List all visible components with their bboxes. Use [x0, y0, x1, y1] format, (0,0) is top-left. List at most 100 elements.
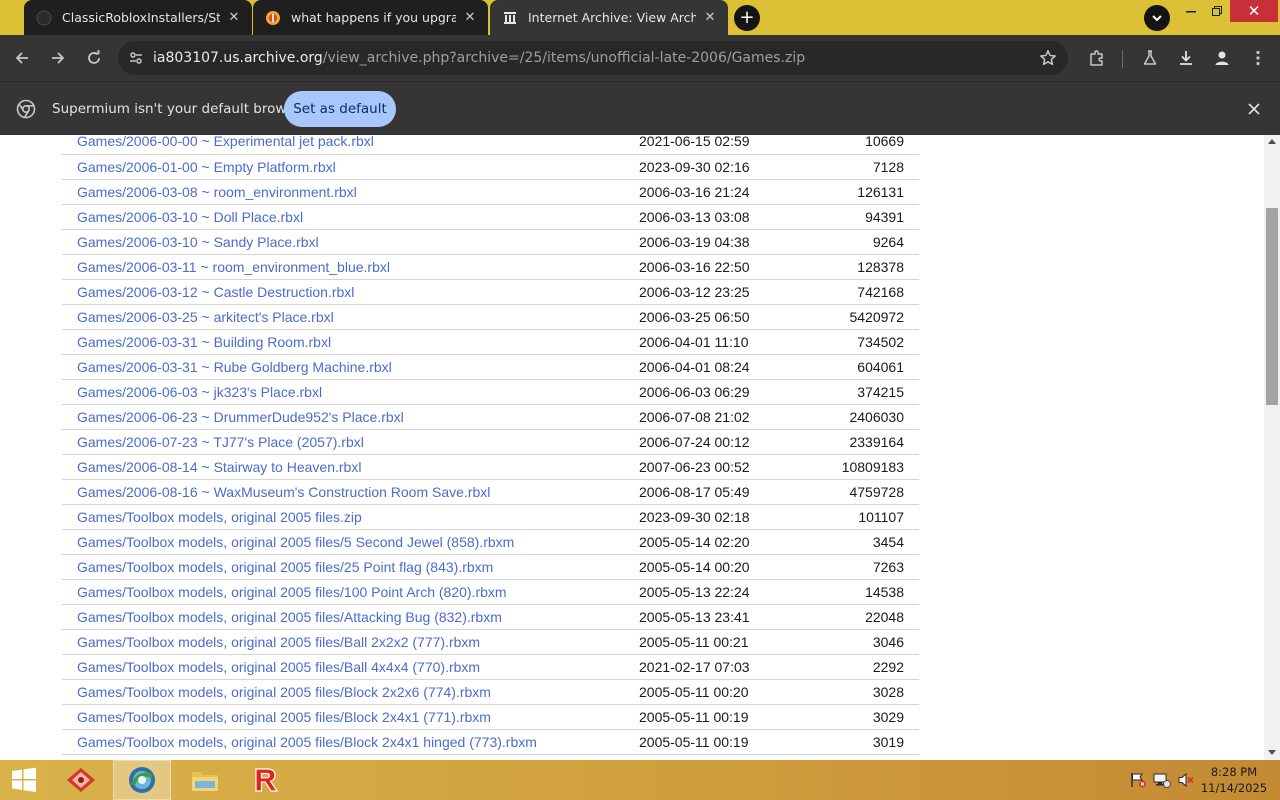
file-link[interactable]: Games/2006-01-00 ~ Empty Platform.rbxl: [62, 154, 639, 179]
close-tab-icon[interactable]: ✕: [226, 10, 242, 26]
infobar-message: Supermium isn't your default browser: [52, 101, 308, 117]
file-link[interactable]: Games/Toolbox models, original 2005 file…: [62, 579, 639, 604]
taskbar-app-file-explorer[interactable]: [176, 760, 234, 800]
vertical-scrollbar[interactable]: [1264, 135, 1280, 760]
table-row: Games/2006-03-11 ~ room_environment_blue…: [62, 254, 919, 279]
restore-button[interactable]: [1204, 0, 1230, 22]
table-row: Games/2006-03-10 ~ Sandy Place.rbxl 2006-…: [62, 229, 919, 254]
close-tab-icon[interactable]: ✕: [462, 10, 478, 26]
table-row: Games/2006-03-31 ~ Rube Goldberg Machine…: [62, 354, 919, 379]
file-link[interactable]: Games/Toolbox models, original 2005 file…: [62, 604, 639, 629]
file-link[interactable]: Games/Toolbox models, original 2005 file…: [62, 504, 639, 529]
profile-avatar-icon[interactable]: [1210, 46, 1234, 70]
file-size: 126131: [857, 183, 904, 200]
tab-classic-roblox-installers[interactable]: ClassicRobloxInstallers/Studio/2 ✕: [24, 0, 252, 35]
clock-date: 11/14/2025: [1200, 781, 1268, 795]
close-tab-icon[interactable]: ✕: [702, 10, 718, 26]
scrollbar-thumb[interactable]: [1266, 208, 1278, 405]
file-size: 10669: [865, 135, 904, 150]
network-icon[interactable]: [1152, 770, 1172, 790]
table-row: Games/Toolbox models, original 2005 file…: [62, 654, 919, 679]
file-size: 2292: [872, 658, 904, 675]
file-link[interactable]: Games/2006-06-23 ~ DrummerDude952's Plac…: [62, 404, 639, 429]
new-tab-button[interactable]: +: [734, 5, 760, 31]
table-row: Games/2006-03-12 ~ Castle Destruction.rb…: [62, 279, 919, 304]
file-date: 2006-04-01 11:10: [639, 333, 749, 350]
file-link[interactable]: Games/Toolbox models, original 2005 file…: [62, 704, 639, 729]
tab-search-button[interactable]: [1144, 5, 1170, 31]
menu-kebab-icon[interactable]: [1246, 46, 1270, 70]
address-bar[interactable]: ia803107.us.archive.org/view_archive.php…: [118, 41, 1068, 75]
table-row: Games/2006-06-23 ~ DrummerDude952's Plac…: [62, 404, 919, 429]
file-size: 3454: [872, 533, 904, 550]
system-clock[interactable]: 8:28 PM 11/14/2025: [1196, 764, 1272, 796]
file-link[interactable]: Games/2006-06-03 ~ jk323's Place.rbxl: [62, 379, 639, 404]
file-size: 10809183: [841, 458, 904, 475]
tab-title: Internet Archive: View Archive: [528, 10, 696, 25]
table-row: Games/Toolbox models, original 2005 file…: [62, 604, 919, 629]
file-date: 2023-09-30 02:16: [639, 158, 750, 175]
file-link[interactable]: Games/Toolbox models, original 2005 file…: [62, 529, 639, 554]
action-center-flag-icon[interactable]: [1128, 770, 1148, 790]
file-link[interactable]: Games/Toolbox models, original 2005 file…: [62, 729, 639, 754]
set-as-default-button[interactable]: Set as default: [284, 91, 396, 127]
file-link[interactable]: Games/Toolbox models, original 2005 file…: [62, 629, 639, 654]
taskbar-app-windows-explorer[interactable]: [52, 760, 110, 800]
table-row: Games/Toolbox models, original 2005 file…: [62, 504, 919, 529]
scroll-up-arrow-icon[interactable]: [1268, 139, 1276, 144]
default-browser-infobar: Supermium isn't your default browser Set…: [0, 81, 1280, 135]
supermium-browser-icon: [129, 767, 155, 793]
file-size: 3029: [872, 708, 904, 725]
table-row: Games/Toolbox models, original 2005 file…: [62, 704, 919, 729]
close-window-button[interactable]: ✕: [1230, 0, 1278, 22]
file-size: 3028: [872, 683, 904, 700]
back-button[interactable]: [6, 42, 38, 74]
file-link[interactable]: Games/2006-08-14 ~ Stairway to Heaven.rb…: [62, 454, 639, 479]
file-size: 604061: [857, 358, 904, 375]
file-link[interactable]: Games/Toolbox models, original 2005 file…: [62, 554, 639, 579]
start-button[interactable]: [0, 760, 48, 800]
file-date: 2006-08-17 05:49: [639, 483, 750, 500]
windows-logo-icon: [12, 767, 36, 792]
taskbar-app-roblox[interactable]: [238, 760, 296, 800]
file-link[interactable]: Games/2006-03-12 ~ Castle Destruction.rb…: [62, 279, 639, 304]
file-link[interactable]: Games/2006-03-31 ~ Building Room.rbxl: [62, 329, 639, 354]
file-size: 2406030: [849, 408, 904, 425]
file-link[interactable]: Games/2006-03-10 ~ Sandy Place.rbxl: [62, 229, 639, 254]
bookmark-star-icon[interactable]: [1038, 48, 1058, 68]
table-row: Games/Toolbox models, original 2005 file…: [62, 579, 919, 604]
tab-title: what happens if you upgrade u: [291, 10, 456, 25]
file-date: 2005-05-14 00:20: [639, 558, 750, 575]
file-link[interactable]: Games/2006-07-23 ~ TJ77's Place (2057).r…: [62, 429, 639, 454]
tab-upgrade-question[interactable]: what happens if you upgrade u ✕: [253, 0, 488, 35]
volume-muted-icon[interactable]: [1176, 770, 1196, 790]
file-date: 2006-03-16 22:50: [639, 258, 750, 275]
table-row: Games/Toolbox models, original 2005 file…: [62, 679, 919, 704]
file-link[interactable]: Games/Toolbox models, original 2005 file…: [62, 679, 639, 704]
file-link[interactable]: Games/2006-03-31 ~ Rube Goldberg Machine…: [62, 354, 639, 379]
file-link[interactable]: Games/2006-00-00 ~ Experimental jet pack…: [62, 135, 639, 154]
minimize-button[interactable]: [1178, 0, 1204, 22]
infobar-close-icon[interactable]: [1244, 99, 1264, 119]
file-link[interactable]: Games/Toolbox models, original 2005 file…: [62, 654, 639, 679]
labs-flask-icon[interactable]: [1138, 46, 1162, 70]
file-link[interactable]: Games/2006-03-08 ~ room_environment.rbxl: [62, 179, 639, 204]
toolbar-separator: [1122, 50, 1123, 68]
plus-icon: +: [739, 7, 755, 28]
url-text[interactable]: ia803107.us.archive.org/view_archive.php…: [153, 41, 805, 75]
chevron-down-icon: [1152, 15, 1162, 22]
tab-internet-archive[interactable]: Internet Archive: View Archive ✕: [490, 0, 728, 35]
extensions-icon[interactable]: [1085, 46, 1109, 70]
downloads-icon[interactable]: [1174, 46, 1198, 70]
file-link[interactable]: Games/2006-03-25 ~ arkitect's Place.rbxl: [62, 304, 639, 329]
file-link[interactable]: Games/2006-08-16 ~ WaxMuseum's Construct…: [62, 479, 639, 504]
reload-button[interactable]: [78, 42, 110, 74]
table-row: Games/2006-03-31 ~ Building Room.rbxl 200…: [62, 329, 919, 354]
site-info-icon[interactable]: [125, 47, 147, 69]
file-link[interactable]: Games/2006-03-11 ~ room_environment_blue…: [62, 254, 639, 279]
browser-toolbar: ia803107.us.archive.org/view_archive.php…: [0, 35, 1280, 81]
scroll-down-arrow-icon[interactable]: [1268, 750, 1276, 755]
forward-button[interactable]: [42, 42, 74, 74]
file-link[interactable]: Games/2006-03-10 ~ Doll Place.rbxl: [62, 204, 639, 229]
taskbar-app-supermium[interactable]: [113, 760, 171, 800]
